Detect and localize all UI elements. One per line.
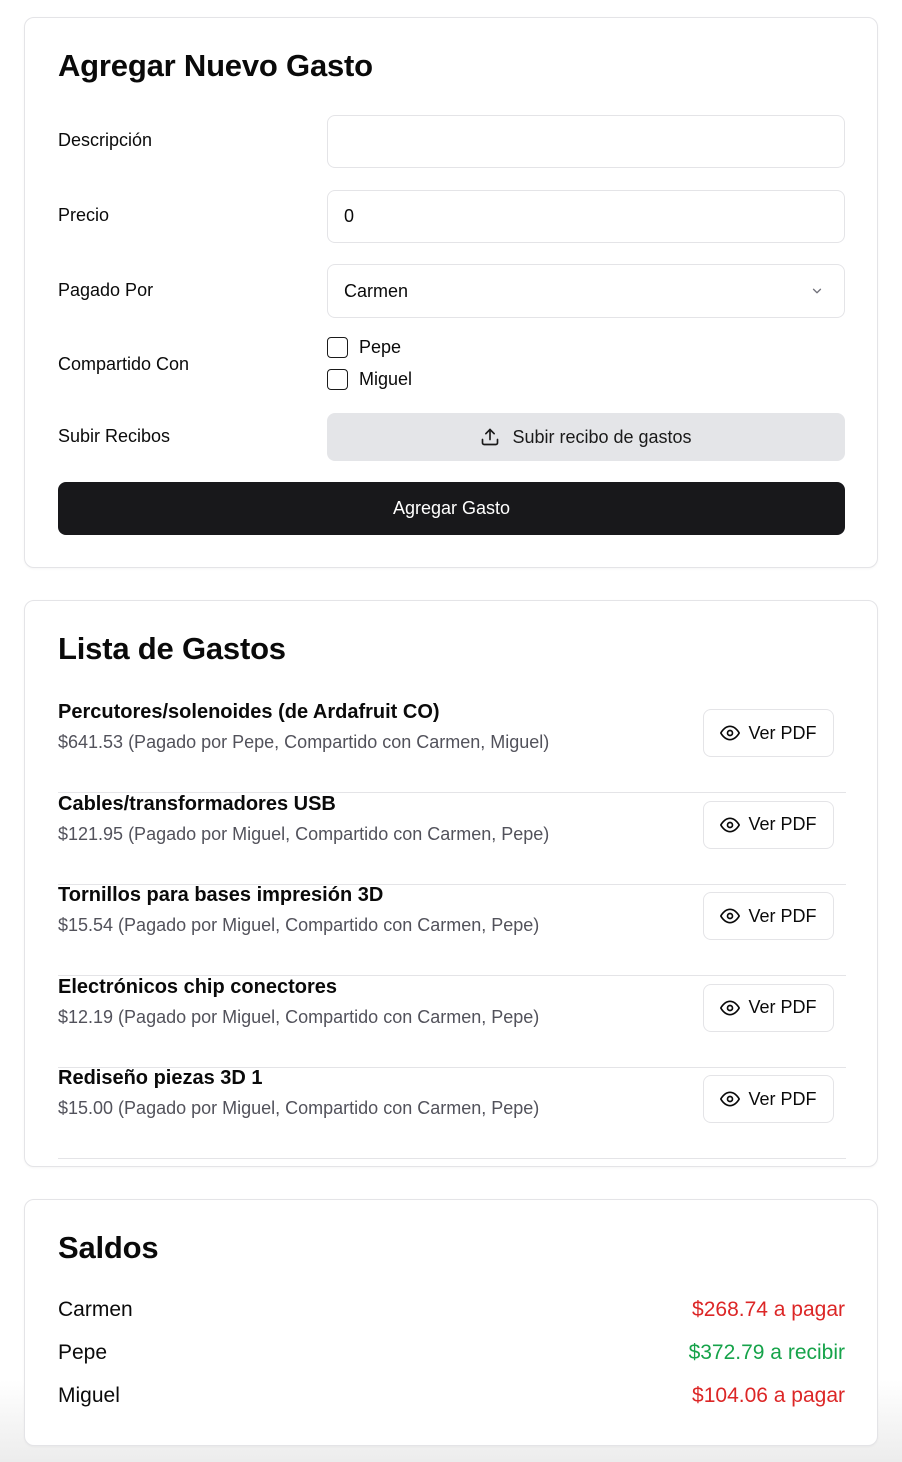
expense-row: Percutores/solenoides (de Ardafruit CO) $… xyxy=(58,701,846,793)
view-pdf-button[interactable]: Ver PDF xyxy=(703,983,834,1032)
view-pdf-button[interactable]: Ver PDF xyxy=(703,1075,834,1123)
checkbox-pepe[interactable] xyxy=(327,337,348,358)
upload-button-label: Subir recibo de gastos xyxy=(512,426,692,447)
balance-row: Carmen $268.74 a pagar xyxy=(58,1298,845,1322)
view-pdf-label: Ver PDF xyxy=(748,814,817,834)
balance-amount: $372.79 a recibir xyxy=(688,1341,845,1364)
upload-icon xyxy=(480,427,500,447)
expense-row: Cables/transformadores USB $121.95 (Pagad… xyxy=(58,793,846,885)
eye-icon xyxy=(720,998,741,1018)
expense-name: Percutores/solenoides (de Ardafruit CO) xyxy=(58,701,440,723)
expense-details: $15.00 (Pagado por Miguel, Compartido co… xyxy=(58,1098,540,1118)
view-pdf-label: Ver PDF xyxy=(748,722,817,743)
view-pdf-label: Ver PDF xyxy=(748,1088,817,1109)
checkbox-label-pepe: Pepe xyxy=(359,337,402,357)
view-pdf-button[interactable]: Ver PDF xyxy=(703,709,834,757)
expense-list-title: Lista de Gastos xyxy=(58,631,286,666)
balance-amount: $104.06 a pagar xyxy=(692,1384,845,1407)
balance-name: Pepe xyxy=(58,1341,108,1364)
expense-name: Rediseño piezas 3D 1 xyxy=(58,1067,263,1089)
expense-name: Cables/transformadores USB xyxy=(58,792,336,815)
expense-list-card: Lista de Gastos Percutores/solenoides (d… xyxy=(24,600,878,1167)
add-expense-card: Agregar Nuevo Gasto Descripción Precio P… xyxy=(24,17,878,568)
add-expense-title: Agregar Nuevo Gasto xyxy=(58,48,373,83)
view-pdf-button[interactable]: Ver PDF xyxy=(703,800,834,849)
view-pdf-label: Ver PDF xyxy=(748,905,817,926)
balance-name: Miguel xyxy=(58,1384,120,1407)
paid-by-select[interactable]: Carmen xyxy=(327,264,845,318)
paid-by-value: Carmen xyxy=(344,280,409,301)
receipts-label: Subir Recibos xyxy=(58,426,171,446)
expense-name: Tornillos para bases impresión 3D xyxy=(58,884,384,906)
checkbox-miguel[interactable] xyxy=(327,369,348,390)
expense-row: Electrónicos chip conectores $12.19 (Paga… xyxy=(58,976,846,1068)
expense-name: Electrónicos chip conectores xyxy=(58,975,337,998)
balance-name: Carmen xyxy=(58,1298,133,1321)
description-input[interactable] xyxy=(327,115,845,168)
expense-row: Tornillos para bases impresión 3D $15.54 … xyxy=(58,884,846,976)
expense-details: $121.95 (Pagado por Miguel, Compartido c… xyxy=(58,823,550,844)
shared-with-label: Compartido Con xyxy=(58,354,190,374)
balance-row: Miguel $104.06 a pagar xyxy=(58,1384,845,1408)
description-label: Descripción xyxy=(58,130,153,150)
price-label: Precio xyxy=(58,205,110,225)
balance-amount: $268.74 a pagar xyxy=(692,1298,845,1321)
balances-card: Saldos Carmen $268.74 a pagar Pepe $372.… xyxy=(24,1199,878,1446)
view-pdf-button[interactable]: Ver PDF xyxy=(703,892,834,940)
balances-title: Saldos xyxy=(58,1230,159,1265)
shared-with-option-miguel[interactable]: Miguel xyxy=(327,369,412,390)
expense-details: $641.53 (Pagado por Pepe, Compartido con… xyxy=(58,732,550,752)
upload-receipt-button[interactable]: Subir recibo de gastos xyxy=(327,413,845,461)
expense-details: $15.54 (Pagado por Miguel, Compartido co… xyxy=(58,915,540,935)
eye-icon xyxy=(720,723,741,743)
price-input[interactable] xyxy=(327,190,845,243)
add-expense-button[interactable]: Agregar Gasto xyxy=(58,482,845,535)
view-pdf-label: Ver PDF xyxy=(748,997,817,1017)
chevron-down-icon xyxy=(810,284,824,298)
eye-icon xyxy=(720,815,741,835)
expense-row: Rediseño piezas 3D 1 $15.00 (Pagado por M… xyxy=(58,1067,846,1159)
shared-with-option-pepe[interactable]: Pepe xyxy=(327,337,401,358)
balance-row: Pepe $372.79 a recibir xyxy=(58,1341,845,1365)
expense-details: $12.19 (Pagado por Miguel, Compartido co… xyxy=(58,1006,540,1027)
eye-icon xyxy=(720,906,741,926)
eye-icon xyxy=(720,1089,741,1109)
checkbox-label-miguel: Miguel xyxy=(359,369,413,389)
paid-by-label: Pagado Por xyxy=(58,280,154,300)
